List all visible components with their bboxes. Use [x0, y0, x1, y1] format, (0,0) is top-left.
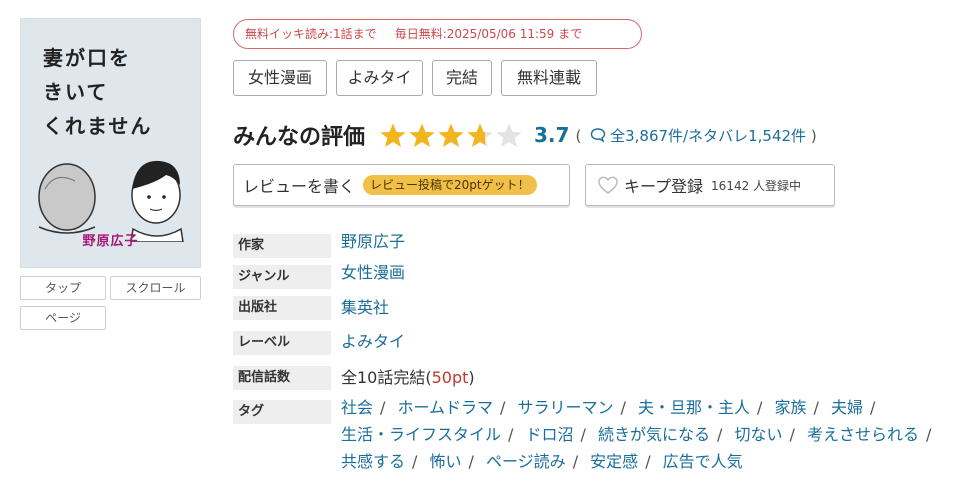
open-paren: (	[575, 126, 582, 145]
tag-list: 社会 / ホームドラマ / サラリーマン / 夫・旦那・主人 / 家族 / 夫婦 / 生活・…	[341, 394, 946, 475]
free-campaign-badge: 無料イッキ読み:1話まで 毎日無料:2025/05/06 11:59 まで	[233, 19, 642, 49]
star-icon	[438, 123, 464, 147]
heart-icon	[598, 176, 618, 194]
tag-separator: /	[926, 425, 932, 444]
pt-close-paren: )	[468, 368, 475, 387]
star-icon	[496, 123, 522, 147]
review-promo-badge: レビュー投稿で20ptゲット！	[363, 175, 537, 195]
tag-separator: /	[500, 398, 506, 417]
tag-link[interactable]: 切ない	[735, 425, 783, 444]
tag-link[interactable]: 考えさせられる	[807, 425, 919, 444]
cover-title: 妻が口を きいて くれません	[43, 41, 183, 143]
tag-separator: /	[468, 452, 474, 471]
tag-separator: /	[789, 425, 795, 444]
episodes-count: 全10話完結	[341, 368, 426, 387]
genre-tag-button[interactable]: よみタイ	[336, 60, 423, 96]
tag-link[interactable]: ページ読み	[486, 452, 566, 471]
tag-separator: /	[620, 398, 626, 417]
tag-separator: /	[645, 452, 651, 471]
keep-register-label: キープ登録	[624, 177, 704, 196]
episodes-value: 全10話完結(50pt)	[341, 366, 475, 390]
tag-link[interactable]: 家族	[775, 398, 807, 417]
tag-separator: /	[757, 398, 763, 417]
tag-link[interactable]: 広告で人気	[663, 452, 743, 471]
speech-bubble-icon	[590, 127, 606, 143]
rating-stars	[379, 122, 524, 149]
tag-link[interactable]: 夫・旦那・主人	[638, 398, 750, 417]
tag-separator: /	[508, 425, 514, 444]
tag-separator: /	[412, 452, 418, 471]
view-mode-tap-button[interactable]: タップ	[20, 276, 106, 300]
info-label-label: レーベル	[233, 331, 331, 355]
close-paren: )	[810, 126, 817, 145]
write-review-button[interactable]: レビューを書く レビュー投稿で20ptゲット！	[233, 164, 570, 206]
cover-title-line: きいて	[43, 80, 109, 104]
review-count-text: 全3,867件/ネタバレ1,542件	[610, 126, 807, 145]
info-label-tags: タグ	[233, 400, 331, 424]
rating-value: 3.7	[534, 123, 570, 147]
tag-separator: /	[870, 398, 876, 417]
cover-illustration	[38, 160, 184, 242]
author-link[interactable]: 野原広子	[341, 230, 405, 254]
star-icon	[467, 123, 493, 147]
rating-section: みんなの評価 3.7 ( 全3,867件/ネタバレ1,542件 )	[233, 118, 817, 152]
cover-author: 野原広子	[82, 234, 139, 249]
tag-link[interactable]: ホームドラマ	[398, 398, 494, 417]
view-mode-scroll-button[interactable]: スクロール	[110, 276, 201, 300]
label-link[interactable]: よみタイ	[341, 330, 405, 354]
tag-separator: /	[717, 425, 723, 444]
info-label-episodes: 配信話数	[233, 366, 331, 390]
genre-link[interactable]: 女性漫画	[341, 261, 405, 285]
rating-heading: みんなの評価	[233, 125, 366, 150]
tag-separator: /	[580, 425, 586, 444]
tag-link[interactable]: 安定感	[590, 452, 638, 471]
keep-register-button[interactable]: キープ登録 16142 人登録中	[585, 164, 835, 206]
book-cover-image: 妻が口を きいて くれません 野原広子	[20, 18, 201, 268]
star-icon	[380, 123, 406, 147]
info-label-publisher: 出版社	[233, 296, 331, 320]
tag-separator: /	[572, 452, 579, 471]
tag-separator: /	[380, 398, 386, 417]
daily-free-text: 毎日無料:2025/05/06 11:59 まで	[394, 27, 583, 41]
tag-link[interactable]: サラリーマン	[518, 398, 614, 417]
tag-link[interactable]: 社会	[341, 398, 373, 417]
cover-title-line: 妻が口を	[43, 46, 131, 70]
tag-link[interactable]: 続きが気になる	[598, 425, 710, 444]
tag-link[interactable]: 生活・ライフスタイル	[341, 425, 501, 444]
view-mode-page-button[interactable]: ページ	[20, 306, 106, 330]
star-icon	[409, 123, 435, 147]
info-label-author: 作家	[233, 234, 331, 258]
publisher-link[interactable]: 集英社	[341, 296, 389, 320]
episodes-price: 50pt	[431, 368, 469, 387]
tag-link[interactable]: ドロ沼	[526, 425, 574, 444]
tag-link[interactable]: 夫婦	[831, 398, 863, 417]
tag-link[interactable]: 怖い	[430, 452, 462, 471]
tag-link[interactable]: 共感する	[341, 452, 405, 471]
keep-register-count: 16142 人登録中	[711, 178, 802, 193]
free-bulk-text: 無料イッキ読み:1話まで	[245, 27, 377, 41]
genre-tag-button[interactable]: 無料連載	[501, 60, 597, 96]
genre-tag-button[interactable]: 完結	[432, 60, 492, 96]
genre-tag-button[interactable]: 女性漫画	[233, 60, 327, 96]
write-review-label: レビューを書く	[243, 177, 356, 196]
review-count-link[interactable]: ( 全3,867件/ネタバレ1,542件 )	[575, 125, 816, 146]
info-label-genre: ジャンル	[233, 265, 331, 289]
tag-separator: /	[813, 398, 819, 417]
